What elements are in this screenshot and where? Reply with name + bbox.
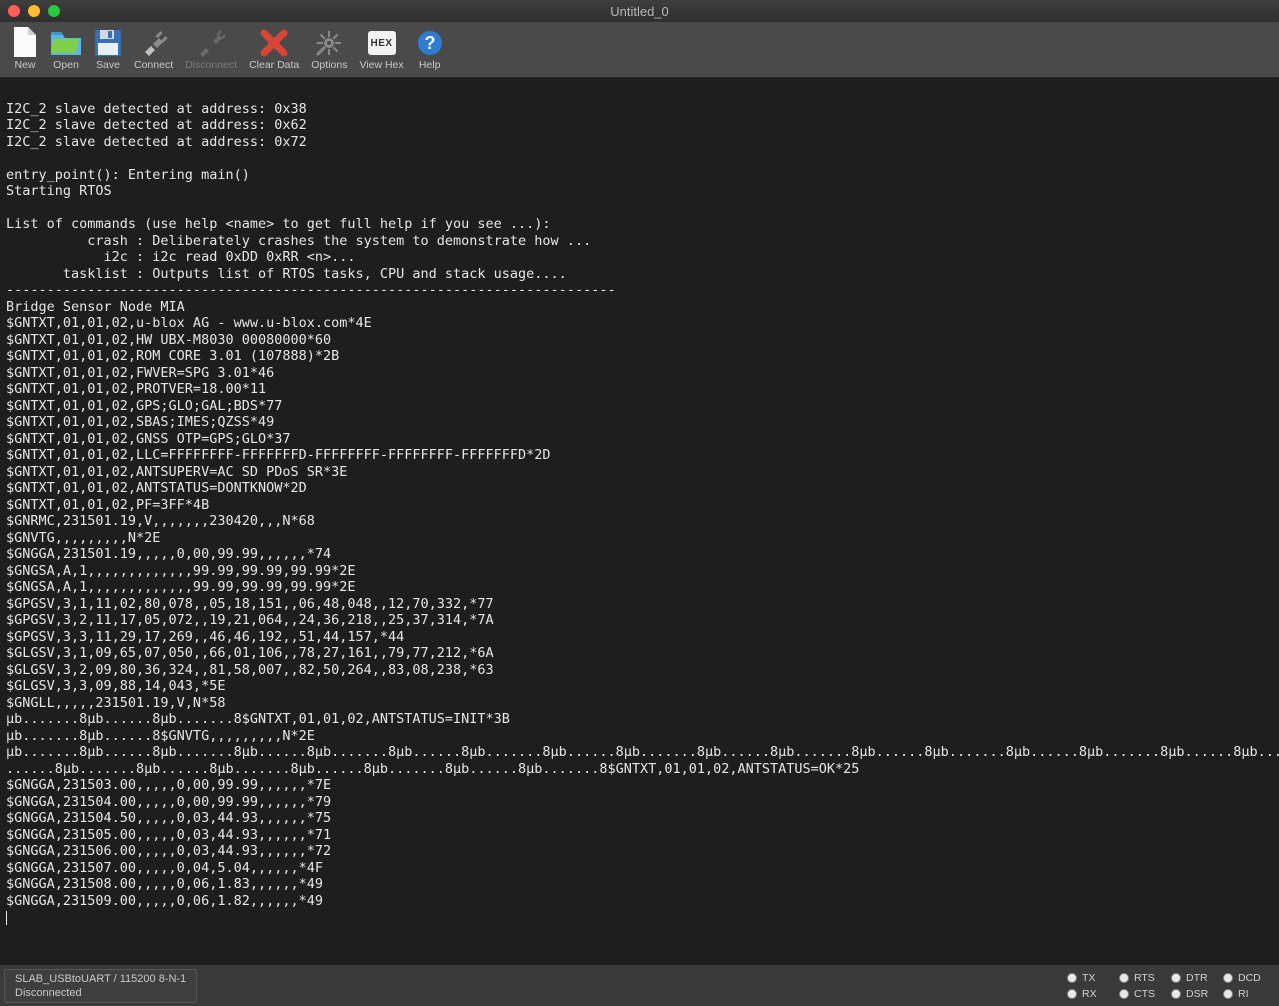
led-dot-icon — [1119, 973, 1129, 983]
led-dot-icon — [1171, 989, 1181, 999]
led-dot-icon — [1171, 973, 1181, 983]
toolbar-label: Open — [53, 59, 79, 71]
window-title: Untitled_0 — [0, 4, 1279, 19]
terminal-output[interactable]: I2C_2 slave detected at address: 0x38 I2… — [0, 78, 1279, 964]
close-icon[interactable] — [8, 5, 20, 17]
led-dot-icon — [1223, 989, 1233, 999]
led-dcd: DCD — [1223, 972, 1271, 984]
state-label: Disconnected — [15, 987, 186, 999]
viewhex-button[interactable]: HEXView Hex — [353, 24, 409, 71]
save-button[interactable]: Save — [88, 24, 128, 71]
toolbar-label: Clear Data — [249, 59, 299, 71]
toolbar: New Open Save Connect Disconnect Clear Data Op… — [0, 22, 1279, 78]
toolbar-label: Disconnect — [185, 59, 237, 71]
clear-button[interactable]: Clear Data — [243, 24, 305, 71]
help-icon: ? — [416, 26, 444, 60]
floppy-icon — [94, 26, 122, 60]
led-cts: CTS — [1119, 988, 1167, 1000]
connect-button[interactable]: Connect — [128, 24, 179, 71]
plug-off-icon — [196, 26, 226, 60]
svg-text:?: ? — [424, 33, 435, 53]
minimize-icon[interactable] — [28, 5, 40, 17]
help-button[interactable]: ? Help — [410, 24, 450, 71]
port-label: SLAB_USBtoUART / 115200 8-N-1 — [15, 973, 186, 985]
titlebar: Untitled_0 — [0, 0, 1279, 22]
led-dot-icon — [1119, 989, 1129, 999]
led-rx: RX — [1067, 988, 1115, 1000]
signal-leds: TX RX RTS CTS DTR DSR DCD RI — [1059, 972, 1279, 1000]
led-label: CTS — [1134, 988, 1155, 1000]
toolbar-label: Options — [311, 59, 347, 71]
window-controls — [8, 5, 60, 17]
led-label: DTR — [1186, 972, 1208, 984]
led-label: DCD — [1238, 972, 1261, 984]
plug-icon — [139, 26, 169, 60]
toolbar-label: Help — [419, 59, 441, 71]
led-dsr: DSR — [1171, 988, 1219, 1000]
toolbar-label: New — [14, 59, 35, 71]
file-icon — [12, 26, 38, 60]
clear-icon — [260, 26, 288, 60]
new-button[interactable]: New — [6, 24, 44, 71]
toolbar-label: Save — [96, 59, 120, 71]
led-label: RX — [1082, 988, 1097, 1000]
folder-icon — [50, 26, 82, 60]
led-label: RI — [1238, 988, 1249, 1000]
status-bar: SLAB_USBtoUART / 115200 8-N-1 Disconnect… — [0, 964, 1279, 1006]
disconnect-button: Disconnect — [179, 24, 243, 71]
hex-icon: HEX — [368, 26, 396, 60]
led-rts: RTS — [1119, 972, 1167, 984]
led-ri: RI — [1223, 988, 1271, 1000]
options-button[interactable]: Options — [305, 24, 353, 71]
led-label: DSR — [1186, 988, 1208, 1000]
led-label: RTS — [1134, 972, 1155, 984]
zoom-icon[interactable] — [48, 5, 60, 17]
led-label: TX — [1082, 972, 1095, 984]
open-button[interactable]: Open — [44, 24, 88, 71]
led-tx: TX — [1067, 972, 1115, 984]
toolbar-label: View Hex — [359, 59, 403, 71]
gear-icon — [315, 26, 343, 60]
connection-status: SLAB_USBtoUART / 115200 8-N-1 Disconnect… — [4, 969, 197, 1003]
toolbar-label: Connect — [134, 59, 173, 71]
led-dtr: DTR — [1171, 972, 1219, 984]
led-dot-icon — [1223, 973, 1233, 983]
led-dot-icon — [1067, 989, 1077, 999]
led-dot-icon — [1067, 973, 1077, 983]
